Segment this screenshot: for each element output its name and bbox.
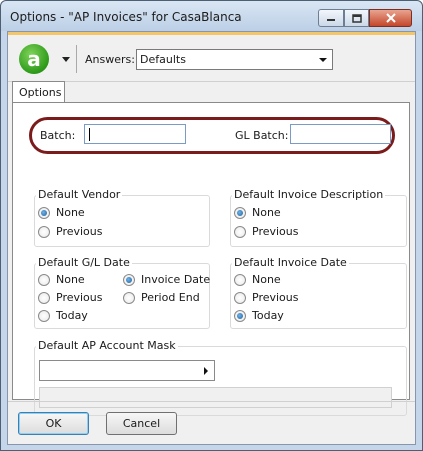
close-icon [385,13,396,23]
cancel-button-label: Cancel [122,417,161,430]
default-invoice-description-title: Default Invoice Description [232,188,386,201]
minimize-icon [327,19,335,21]
options-dialog: Options - "AP Invoices" for CasaBlanca a… [0,0,423,451]
radio-selected-icon [234,206,246,219]
app-logo-icon[interactable]: a [19,44,49,74]
batch-label: Batch: [40,129,76,142]
radio-label: Previous [252,291,299,304]
radio-icon [234,225,246,238]
answers-dropdown[interactable]: Defaults [136,49,333,70]
description-previous-radio[interactable]: Previous [234,225,299,238]
tab-options-label: Options [19,86,62,99]
options-panel: Batch: GL Batch: Default Vendor None Pre… [12,102,410,416]
maximize-button[interactable] [344,9,369,27]
radio-label: Invoice Date [141,273,211,286]
invoice-date-today-radio[interactable]: Today [234,309,284,322]
default-vendor-title: Default Vendor [36,188,123,201]
radio-label: None [56,273,85,286]
chevron-right-icon [204,367,208,375]
ap-account-mask-title: Default AP Account Mask [36,339,178,352]
default-invoice-description-group [230,195,407,247]
radio-icon [234,291,246,304]
gl-date-none-radio[interactable]: None [38,273,85,286]
default-vendor-group [34,195,210,247]
invoice-date-none-radio[interactable]: None [234,273,281,286]
radio-label: None [252,273,281,286]
radio-icon [38,309,50,322]
default-invoice-date-title: Default Invoice Date [232,256,349,269]
radio-label: Today [56,309,88,322]
batch-input[interactable] [84,124,186,144]
gl-date-previous-radio[interactable]: Previous [38,291,103,304]
logo-menu-arrow-icon[interactable] [62,57,70,62]
minimize-button[interactable] [318,9,344,27]
accent-bar [8,32,415,35]
radio-label: Previous [56,291,103,304]
close-button[interactable] [369,9,412,27]
radio-label: None [56,206,85,219]
gl-date-invoice-date-radio[interactable]: Invoice Date [123,273,210,286]
radio-icon [123,291,135,304]
gl-date-today-radio[interactable]: Today [38,309,88,322]
chevron-down-icon [319,58,327,62]
default-gl-date-title: Default G/L Date [36,256,132,269]
radio-label: Previous [56,225,103,238]
description-none-radio[interactable]: None [234,206,281,219]
gl-batch-label: GL Batch: [235,129,289,142]
radio-label: Period End [141,291,200,304]
title-bar[interactable]: Options - "AP Invoices" for CasaBlanca [1,1,422,31]
maximize-icon [351,13,362,23]
answers-label: Answers: [85,53,135,66]
radio-selected-icon [123,273,135,286]
gl-date-period-end-radio[interactable]: Period End [123,291,200,304]
radio-icon [38,273,50,286]
vendor-previous-radio[interactable]: Previous [38,225,103,238]
radio-icon [38,225,50,238]
vendor-none-radio[interactable]: None [38,206,85,219]
radio-icon [38,291,50,304]
cancel-button[interactable]: Cancel [106,412,177,435]
gl-batch-input[interactable] [290,124,391,144]
radio-selected-icon [234,309,246,322]
tab-options[interactable]: Options [12,81,65,103]
radio-label: None [252,206,281,219]
answers-value: Defaults [140,53,186,66]
text-caret [89,128,90,141]
toolbar-separator [8,81,415,82]
window-title: Options - "AP Invoices" for CasaBlanca [10,10,242,24]
radio-selected-icon [38,206,50,219]
ap-account-mask-combo[interactable] [39,360,215,381]
toolbar-divider [76,45,77,73]
radio-icon [234,273,246,286]
invoice-date-previous-radio[interactable]: Previous [234,291,299,304]
logo-letter: a [27,47,41,71]
radio-label: Previous [252,225,299,238]
radio-label: Today [252,309,284,322]
button-bar-separator [8,401,415,402]
dialog-body: a Answers: Defaults Options Batch: GL Ba… [7,31,416,445]
ok-button-label: OK [45,417,62,430]
ok-button[interactable]: OK [18,412,89,435]
ap-account-mask-field [39,387,392,408]
